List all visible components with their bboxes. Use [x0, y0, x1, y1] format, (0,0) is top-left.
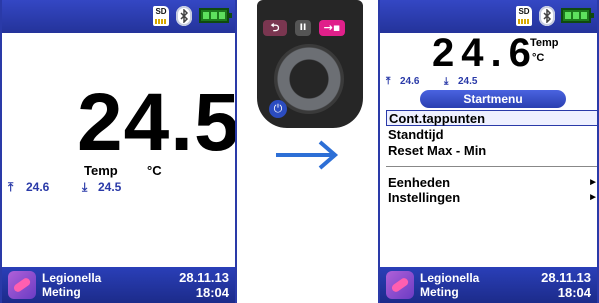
- menu-item-label: Eenheden: [388, 175, 451, 190]
- temperature-label: Temp: [530, 37, 559, 49]
- power-button[interactable]: ⏻: [269, 100, 287, 118]
- arrow-down-min-icon: ⤓: [444, 76, 449, 87]
- legionella-logo-icon: [8, 271, 36, 299]
- measurement-mode: Legionella Meting: [42, 271, 101, 299]
- back-arrow-icon: ⮌: [270, 21, 280, 34]
- mode-line-1: Legionella: [42, 271, 102, 285]
- power-icon: ⏻: [273, 103, 283, 115]
- submenu-arrow-icon: ►: [588, 177, 598, 188]
- right-arrow-icon: [276, 140, 339, 170]
- temperature-unit: °C: [147, 163, 162, 178]
- menu-item-reset-max-min[interactable]: Reset Max - Min: [388, 143, 486, 158]
- time: 18:04: [195, 285, 229, 300]
- date-time: 28.11.13 18:04: [541, 270, 591, 300]
- date-time: 28.11.13 18:04: [179, 270, 229, 300]
- arrow-up-max-icon: ⤒: [8, 180, 14, 194]
- measurement-mode: Legionella Meting: [420, 271, 479, 299]
- bluetooth-icon: [539, 6, 555, 26]
- min-value: 24.5: [98, 180, 122, 194]
- date: 28.11.13: [541, 270, 591, 285]
- temperature-reading: 24.5: [77, 77, 237, 168]
- menu-title: Startmenu: [420, 90, 566, 108]
- pause-icon: II: [299, 23, 307, 33]
- temperature-reading: 24.6: [432, 31, 538, 75]
- right-device-screen: SD 24.6 Temp °C ⤒ 24.6 ⤓ 24.5 Startmenu …: [378, 0, 599, 303]
- pause-button[interactable]: II: [295, 20, 311, 36]
- menu-divider: [386, 166, 597, 167]
- sd-card-icon: SD: [516, 6, 532, 26]
- time: 18:04: [557, 285, 591, 300]
- footer-bar: Legionella Meting 28.11.13 18:04: [2, 267, 235, 303]
- device-keypad: ⮌ II →▪ ⏻: [257, 0, 363, 128]
- menu-item-eenheden[interactable]: Eenheden ►: [388, 175, 598, 190]
- max-value: 24.6: [26, 180, 50, 194]
- arrow-up-max-icon: ⤒: [386, 76, 391, 87]
- temperature-label: Temp: [84, 163, 118, 178]
- battery-icon: [199, 8, 232, 23]
- footer-bar: Legionella Meting 28.11.13 18:04: [380, 267, 597, 303]
- mode-line-2: Meting: [42, 285, 81, 299]
- date: 28.11.13: [179, 270, 229, 285]
- menu-item-label: Standtijd: [388, 127, 444, 142]
- sd-card-icon: SD: [153, 6, 169, 26]
- battery-icon: [561, 8, 594, 23]
- legionella-logo-icon: [386, 271, 414, 299]
- menu-item-standtijd[interactable]: Standtijd: [388, 127, 444, 142]
- temperature-unit: °C: [532, 52, 545, 64]
- status-bar: SD: [2, 0, 235, 33]
- min-value: 24.5: [458, 76, 478, 87]
- left-device-screen: SD 24.5 Temp °C ⤒ 24.6 ⤓ 24.5 Legionella…: [0, 0, 237, 303]
- back-button[interactable]: ⮌: [263, 20, 287, 36]
- mode-line-1: Legionella: [420, 271, 480, 285]
- menu-item-label: Reset Max - Min: [388, 143, 487, 158]
- submenu-arrow-icon: ►: [588, 192, 598, 203]
- enter-icon: →▪: [323, 21, 341, 34]
- status-bar: SD: [380, 0, 597, 33]
- arrow-down-min-icon: ⤓: [82, 180, 88, 194]
- mode-line-2: Meting: [420, 285, 459, 299]
- menu-item-label: Instellingen: [388, 190, 461, 205]
- enter-button[interactable]: →▪: [319, 20, 345, 36]
- bluetooth-icon: [176, 6, 192, 26]
- menu-item-cont-tappunten[interactable]: Cont.tappunten: [386, 110, 597, 126]
- menu-item-label: Cont.tappunten: [389, 111, 486, 126]
- max-value: 24.6: [400, 76, 420, 87]
- menu-item-instellingen[interactable]: Instellingen ►: [388, 190, 598, 205]
